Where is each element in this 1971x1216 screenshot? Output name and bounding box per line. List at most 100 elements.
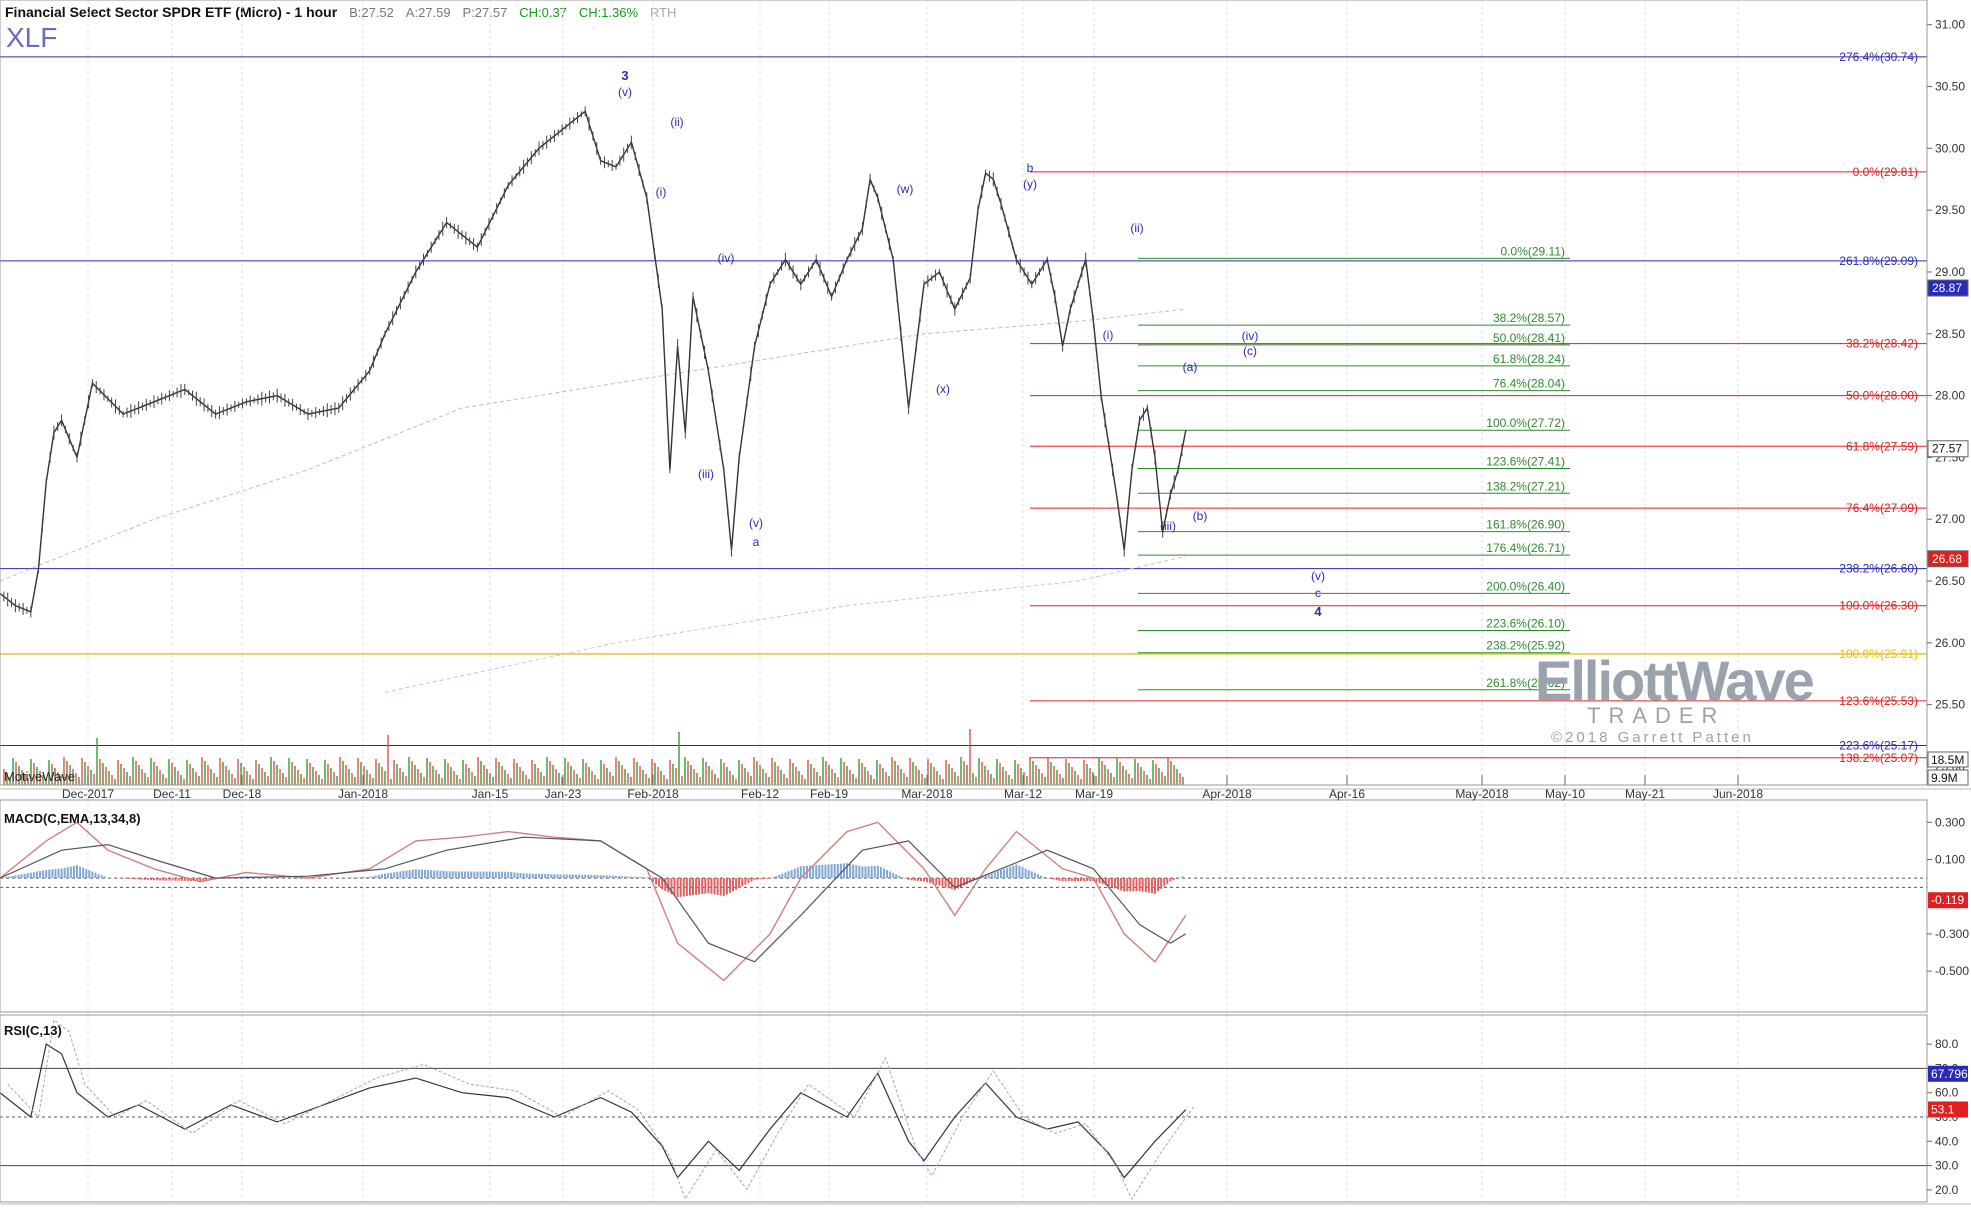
y-tick-label: -0.500 — [1935, 964, 1969, 978]
fib-label-green: 200.0%(26.40) — [1486, 579, 1565, 593]
wave-label: (b) — [1193, 509, 1208, 523]
wave-label: (a) — [1183, 360, 1198, 374]
fib-label-red: 100.0%(26.30) — [1839, 599, 1918, 613]
fib-label-red: 0.0%(29.81) — [1853, 165, 1918, 179]
wave-label: (v) — [749, 516, 763, 530]
wave-label: (iii) — [1160, 519, 1176, 533]
rsi-marker-label: 67.796 — [1931, 1067, 1968, 1081]
signal-line — [0, 836, 1187, 963]
x-tick-label: Jan-2018 — [338, 787, 388, 801]
wave-label: c — [1315, 586, 1321, 600]
y-tick-label: 80.0 — [1935, 1037, 1959, 1051]
chart-canvas[interactable]: 276.4%(30.74) 261.8%(29.09) 238.2%(26.60) 2… — [0, 0, 1971, 1216]
wave-label: (x) — [936, 382, 950, 396]
fib-label-green: 61.8%(28.24) — [1493, 352, 1565, 366]
fib-label-yellow: 100.0%(25.91) — [1839, 647, 1918, 661]
x-tick-label: Apr-16 — [1329, 787, 1365, 801]
wave-label: (v) — [618, 85, 632, 99]
watermark-copyright: ©2018 Garrett Patten — [1551, 729, 1754, 746]
x-tick-label: Dec-2017 — [62, 787, 114, 801]
x-tick-label: Dec-18 — [223, 787, 262, 801]
moving-average — [384, 555, 1186, 693]
x-tick-label: Apr-2018 — [1202, 787, 1252, 801]
x-tick-label: Dec-11 — [153, 787, 191, 801]
fib-label-green: 161.8%(26.90) — [1486, 518, 1565, 532]
fib-label-red: 61.8%(27.59) — [1846, 439, 1918, 453]
macd-label: MACD(C,EMA,13,34,8) — [4, 811, 141, 826]
y-tick-label: 27.00 — [1935, 512, 1965, 526]
fib-label-blue: 261.8%(29.09) — [1839, 254, 1918, 268]
wave-label: a — [753, 535, 760, 549]
wave-label: b — [1027, 161, 1034, 175]
y-tick-label: 29.50 — [1935, 203, 1965, 217]
y-tick-label: 29.00 — [1935, 265, 1965, 279]
x-tick-label: Jan-15 — [472, 787, 509, 801]
fib-label-red: 123.6%(25.53) — [1839, 694, 1918, 708]
fib-label-green: 223.6%(26.10) — [1486, 616, 1565, 630]
volume-marker-label: 18.5M — [1931, 753, 1964, 767]
macd-frame — [0, 799, 1928, 1013]
wave-label: 3 — [621, 68, 628, 83]
fib-label-green: 50.0%(28.41) — [1493, 331, 1565, 345]
fib-label-green: 138.2%(27.21) — [1486, 479, 1565, 493]
wave-label: 4 — [1314, 604, 1322, 619]
wave-label: (ii) — [1130, 221, 1143, 235]
y-tick-label: 28.50 — [1935, 327, 1965, 341]
fib-label-green: 0.0%(29.11) — [1501, 244, 1565, 258]
price-series — [0, 110, 1187, 613]
wave-label: (i) — [656, 185, 667, 199]
fib-label-red: 76.4%(27.09) — [1846, 501, 1918, 515]
y-tick-label: -0.300 — [1935, 927, 1969, 941]
moving-average — [0, 308, 1186, 582]
wave-label: (c) — [1243, 344, 1257, 358]
watermark: ElliottWave TRADER ©2018 Garrett Patten — [1535, 648, 1815, 746]
y-tick-label: 20.0 — [1935, 1183, 1959, 1197]
x-tick-label: Feb-2018 — [627, 787, 679, 801]
rsi-dashed-line — [7, 1018, 1194, 1201]
fib-label-green: 176.4%(26.71) — [1486, 541, 1565, 555]
x-tick-label: Feb-12 — [741, 787, 779, 801]
x-tick-label: Jan-23 — [545, 787, 582, 801]
x-tick-label: Mar-19 — [1075, 787, 1113, 801]
fib-label-blue: 238.2%(26.60) — [1839, 562, 1918, 576]
rsi-line — [0, 1043, 1187, 1179]
wave-label: (ii) — [670, 115, 683, 129]
rsi-frame — [0, 1014, 1928, 1203]
y-tick-label: 0.100 — [1935, 853, 1965, 867]
price-marker-label: 28.87 — [1932, 281, 1962, 295]
fib-label-green: 38.2%(28.57) — [1493, 311, 1565, 325]
price-marker-label: 27.57 — [1932, 442, 1962, 456]
volume-marker-label: 9.9M — [1931, 771, 1958, 785]
fib-label-red: 50.0%(28.00) — [1846, 389, 1918, 403]
wave-label: (iii) — [698, 467, 714, 481]
wave-label: (v) — [1311, 569, 1325, 583]
y-tick-label: 25.50 — [1935, 698, 1965, 712]
fib-label-green: 123.6%(27.41) — [1486, 455, 1565, 469]
x-tick-label: May-10 — [1545, 787, 1585, 801]
x-tick-label: Mar-12 — [1004, 787, 1042, 801]
fib-label-green: 76.4%(28.04) — [1493, 377, 1565, 391]
source-label: MotiveWave — [4, 769, 76, 784]
wave-label: (y) — [1023, 177, 1037, 191]
y-tick-label: 30.50 — [1935, 80, 1965, 94]
wave-label: (iv) — [718, 251, 735, 265]
wave-label: (w) — [897, 182, 914, 196]
fib-label-red: 38.2%(28.42) — [1846, 337, 1918, 351]
y-tick-label: 60.0 — [1935, 1086, 1959, 1100]
y-tick-label: 30.00 — [1935, 141, 1965, 155]
wave-label: (iv) — [1242, 329, 1259, 343]
macd-panel — [0, 821, 1927, 982]
x-tick-label: May-2018 — [1455, 787, 1509, 801]
axes: Dec-2017 Dec-11 Dec-18 Jan-2018 Jan-15 Jan-23… — [0, 0, 1971, 1205]
x-tick-label: Jun-2018 — [1713, 787, 1763, 801]
y-tick-label: 26.50 — [1935, 574, 1965, 588]
macd-marker-label: -0.119 — [1931, 893, 1964, 907]
price-marker-label: 26.68 — [1932, 552, 1962, 566]
fib-label-red: 138.2%(25.07) — [1839, 751, 1918, 765]
y-tick-label: 30.0 — [1935, 1159, 1959, 1173]
fib-label-blue: 276.4%(30.74) — [1839, 50, 1918, 64]
y-tick-label: 31.00 — [1935, 18, 1965, 32]
rsi-marker-label: 53.1 — [1931, 1102, 1955, 1116]
fib-label-green: 100.0%(27.72) — [1486, 416, 1565, 430]
rsi-panel — [0, 1018, 1927, 1201]
